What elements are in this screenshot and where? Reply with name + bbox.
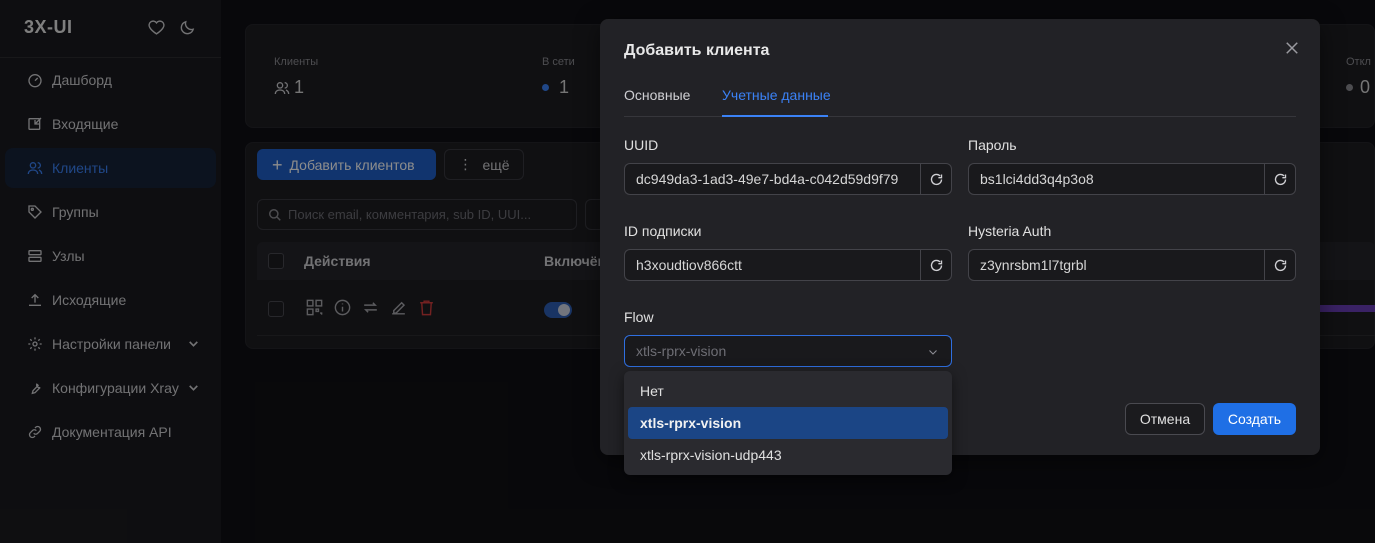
close-icon[interactable]: [1283, 39, 1301, 57]
create-button[interactable]: Создать: [1213, 403, 1296, 435]
refresh-icon: [1274, 173, 1286, 185]
modal-tabs: Основные Учетные данные: [624, 85, 1296, 117]
flow-option-xtls-rprx-vision[interactable]: xtls-rprx-vision: [628, 407, 948, 439]
refresh-icon: [930, 173, 942, 185]
regenerate-hysteria-auth-button[interactable]: [1264, 249, 1296, 281]
password-label: Пароль: [968, 137, 1017, 153]
sub-id-label: ID подписки: [624, 223, 702, 239]
flow-option-none[interactable]: Нет: [628, 375, 948, 407]
sub-id-field[interactable]: h3xoudtiov866ctt: [624, 249, 920, 281]
cancel-button[interactable]: Отмена: [1125, 403, 1205, 435]
refresh-icon: [1274, 259, 1286, 271]
flow-dropdown-menu: Нет xtls-rprx-vision xtls-rprx-vision-ud…: [624, 371, 952, 475]
uuid-input-group: dc949da3-1ad3-49e7-bd4a-c042d59d9f79: [624, 163, 952, 195]
sub-id-input-group: h3xoudtiov866ctt: [624, 249, 952, 281]
uuid-label: UUID: [624, 137, 659, 153]
tab-active-indicator: [722, 115, 828, 117]
flow-label: Flow: [624, 309, 654, 325]
regenerate-password-button[interactable]: [1264, 163, 1296, 195]
tab-credentials[interactable]: Учетные данные: [722, 87, 831, 103]
refresh-icon: [930, 259, 942, 271]
modal-title: Добавить клиента: [624, 42, 770, 59]
hysteria-auth-input-group: z3ynrsbm1l7tgrbl: [968, 249, 1296, 281]
hysteria-auth-field[interactable]: z3ynrsbm1l7tgrbl: [968, 249, 1264, 281]
chevron-down-icon: [929, 350, 937, 355]
uuid-field[interactable]: dc949da3-1ad3-49e7-bd4a-c042d59d9f79: [624, 163, 920, 195]
password-field[interactable]: bs1lci4dd3q4p3o8: [968, 163, 1264, 195]
password-input-group: bs1lci4dd3q4p3o8: [968, 163, 1296, 195]
hysteria-auth-label: Hysteria Auth: [968, 223, 1052, 239]
flow-select-value: xtls-rprx-vision: [636, 343, 727, 359]
regenerate-uuid-button[interactable]: [920, 163, 952, 195]
flow-select[interactable]: xtls-rprx-vision: [624, 335, 952, 367]
flow-option-xtls-rprx-vision-udp443[interactable]: xtls-rprx-vision-udp443: [628, 439, 948, 471]
tab-basic[interactable]: Основные: [624, 87, 690, 103]
regenerate-sub-id-button[interactable]: [920, 249, 952, 281]
